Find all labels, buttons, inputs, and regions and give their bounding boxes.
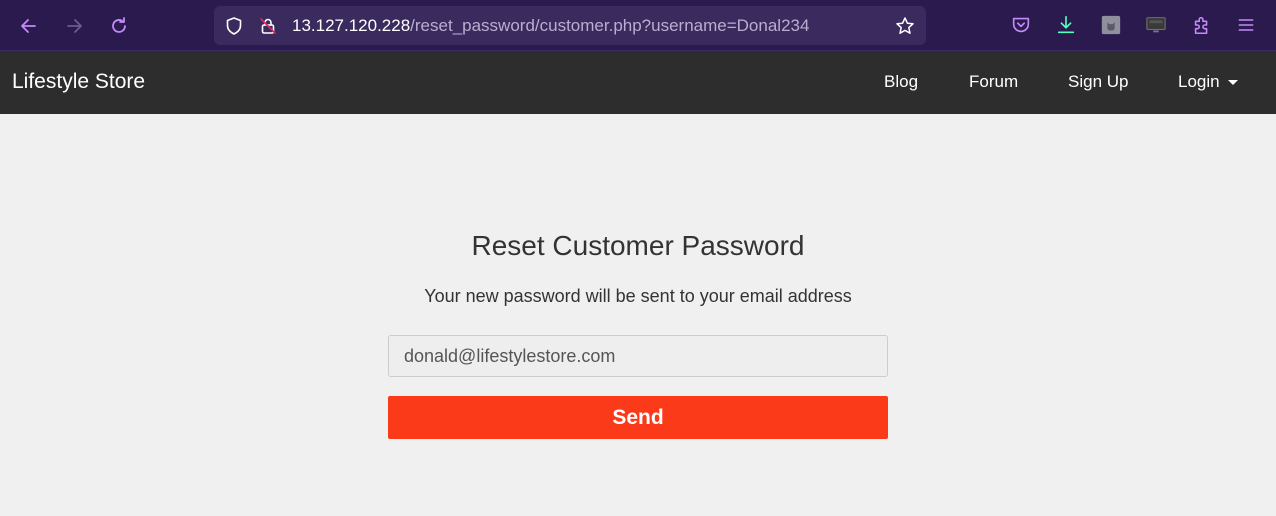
hamburger-menu-icon[interactable]	[1234, 13, 1258, 37]
puzzle-icon[interactable]	[1190, 13, 1214, 37]
url-path: /reset_password/customer.php?username=Do…	[410, 16, 810, 35]
nav-forum-link[interactable]: Forum	[969, 72, 1018, 92]
email-field[interactable]	[388, 335, 888, 377]
nav-signup-link[interactable]: Sign Up	[1068, 72, 1128, 92]
nav-login-label: Login	[1178, 72, 1220, 91]
insecure-lock-icon[interactable]	[258, 16, 278, 36]
page-subtitle: Your new password will be sent to your e…	[424, 286, 852, 306]
brand-logo[interactable]: Lifestyle Store	[12, 70, 145, 94]
url-text[interactable]: 13.127.120.228/reset_password/customer.p…	[292, 16, 809, 36]
star-icon[interactable]	[895, 16, 915, 36]
back-arrow-icon[interactable]	[13, 10, 45, 42]
reload-icon[interactable]	[103, 10, 135, 42]
nav-login-dropdown[interactable]: Login	[1178, 72, 1238, 92]
shield-icon[interactable]	[224, 16, 244, 36]
url-host: 13.127.120.228	[292, 16, 411, 35]
caret-down-icon	[1227, 80, 1238, 86]
address-bar[interactable]: 13.127.120.228/reset_password/customer.p…	[214, 6, 926, 45]
site-navbar: Lifestyle Store Blog Forum Sign Up Login	[0, 51, 1276, 114]
download-icon[interactable]	[1054, 13, 1078, 37]
forward-arrow-icon[interactable]	[58, 10, 90, 42]
nav-blog-link[interactable]: Blog	[884, 72, 918, 92]
extension-cat-icon[interactable]	[1099, 13, 1123, 37]
page-title: Reset Customer Password	[471, 230, 805, 261]
browser-toolbar: 13.127.120.228/reset_password/customer.p…	[0, 0, 1276, 51]
extension-monitor-icon[interactable]	[1144, 13, 1168, 37]
send-button[interactable]: Send	[388, 396, 888, 439]
pocket-icon[interactable]	[1009, 13, 1033, 37]
